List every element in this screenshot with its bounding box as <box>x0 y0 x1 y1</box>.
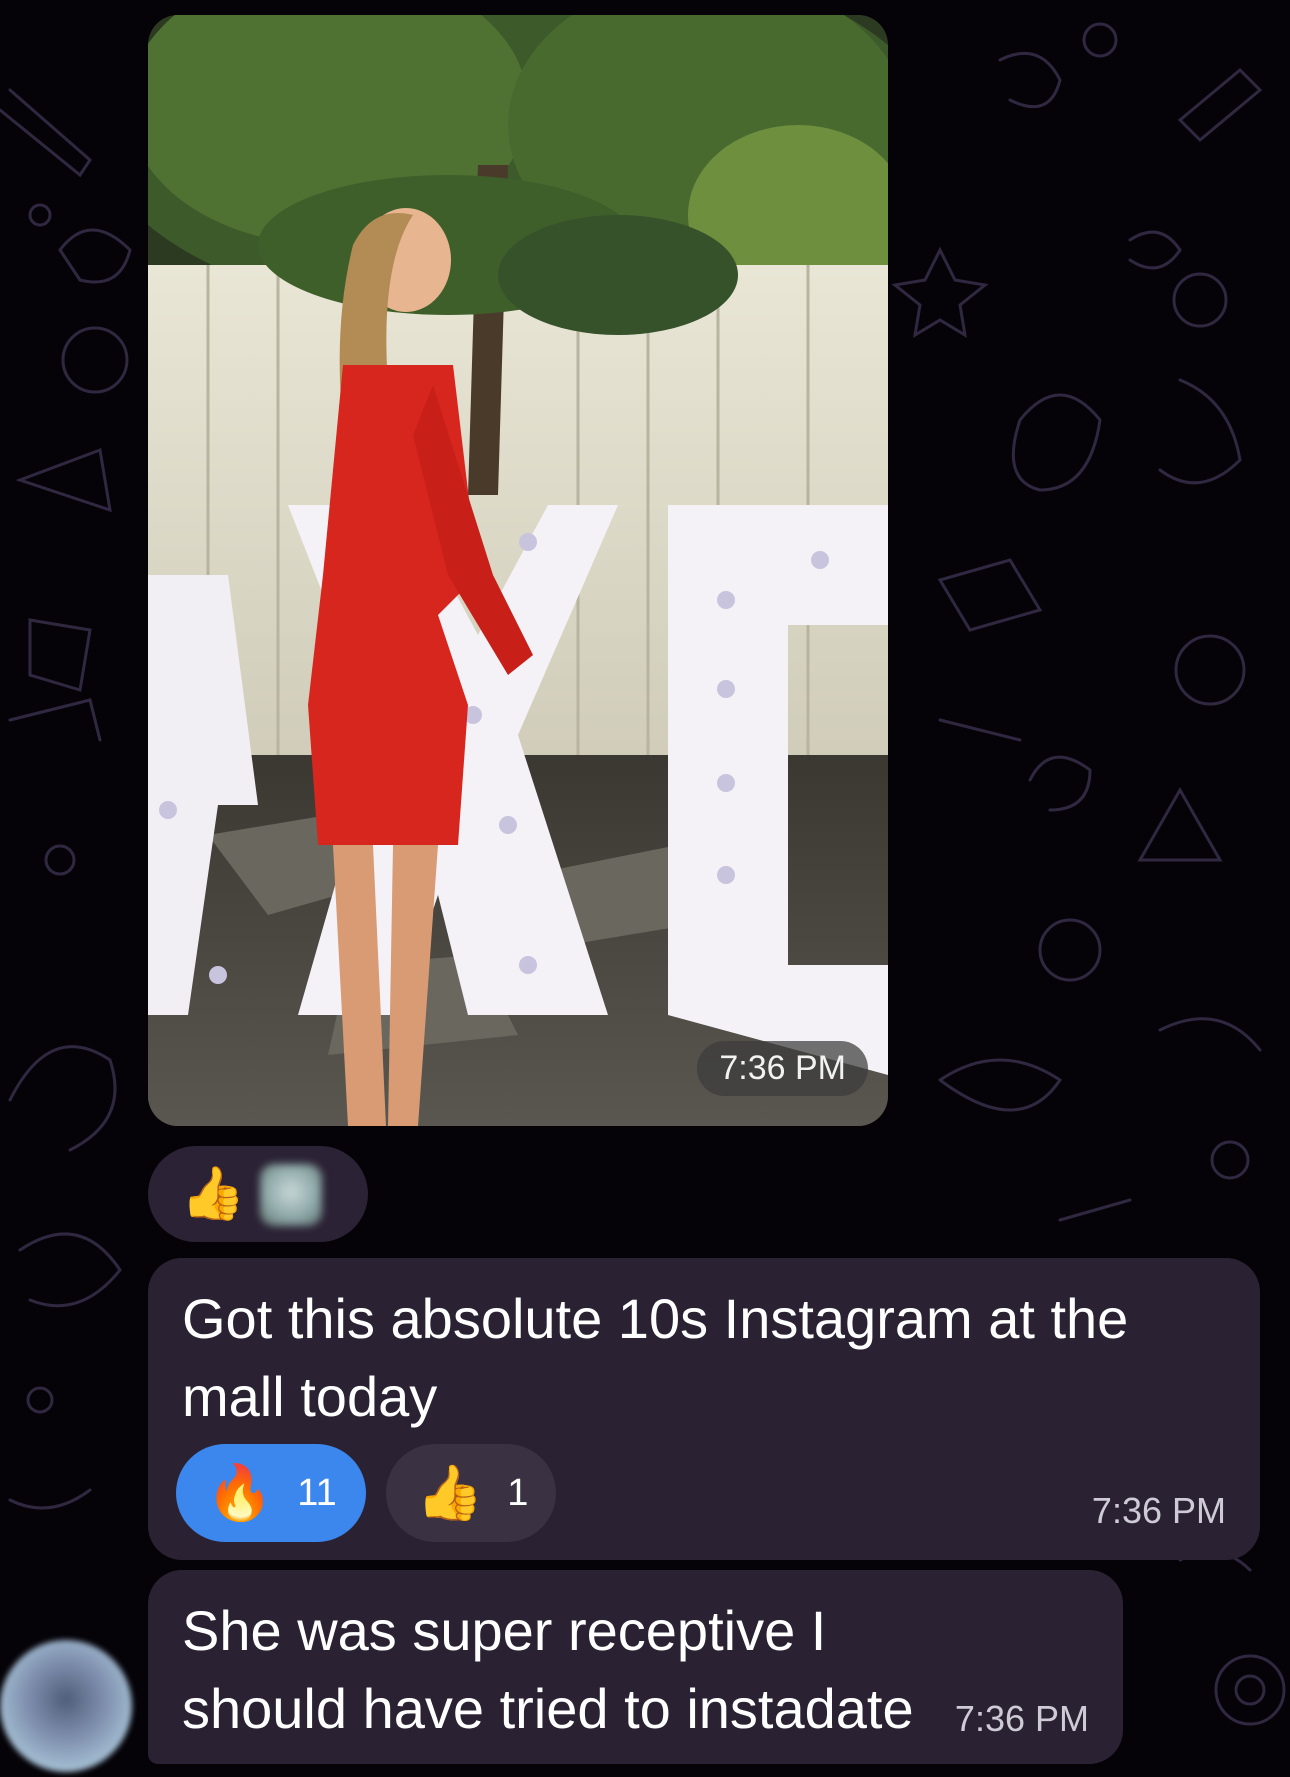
blurred-avatar-icon <box>260 1164 322 1226</box>
sender-avatar[interactable] <box>0 1640 132 1772</box>
message-text: Got this absolute 10s Instagram at the m… <box>182 1287 1129 1428</box>
fire-icon: 🔥 <box>206 1461 274 1524</box>
reaction-thumbs-up-pill[interactable]: 👍 1 <box>386 1444 556 1542</box>
message-photo[interactable] <box>148 15 888 1126</box>
reaction-count: 11 <box>297 1471 337 1514</box>
thumbs-up-icon[interactable]: 👍 <box>178 1158 248 1228</box>
message-timestamp: 7:36 PM <box>1091 1490 1226 1531</box>
message-bubble[interactable]: Got this absolute 10s Instagram at the m… <box>148 1258 1260 1560</box>
thumbs-up-icon: 👍 <box>416 1461 484 1524</box>
photo-message[interactable]: 7:36 PM <box>148 15 888 1126</box>
reaction-count: 1 <box>507 1471 529 1514</box>
message-bubble[interactable]: She was super receptive I should have tr… <box>148 1570 1123 1764</box>
photo-timestamp: 7:36 PM <box>697 1041 868 1096</box>
reaction-fire-pill[interactable]: 🔥 11 <box>176 1444 366 1542</box>
photo-reactions[interactable]: 👍 <box>148 1146 368 1242</box>
message-timestamp: 7:36 PM <box>954 1698 1089 1739</box>
message-text: She was super receptive I should have tr… <box>182 1599 914 1740</box>
